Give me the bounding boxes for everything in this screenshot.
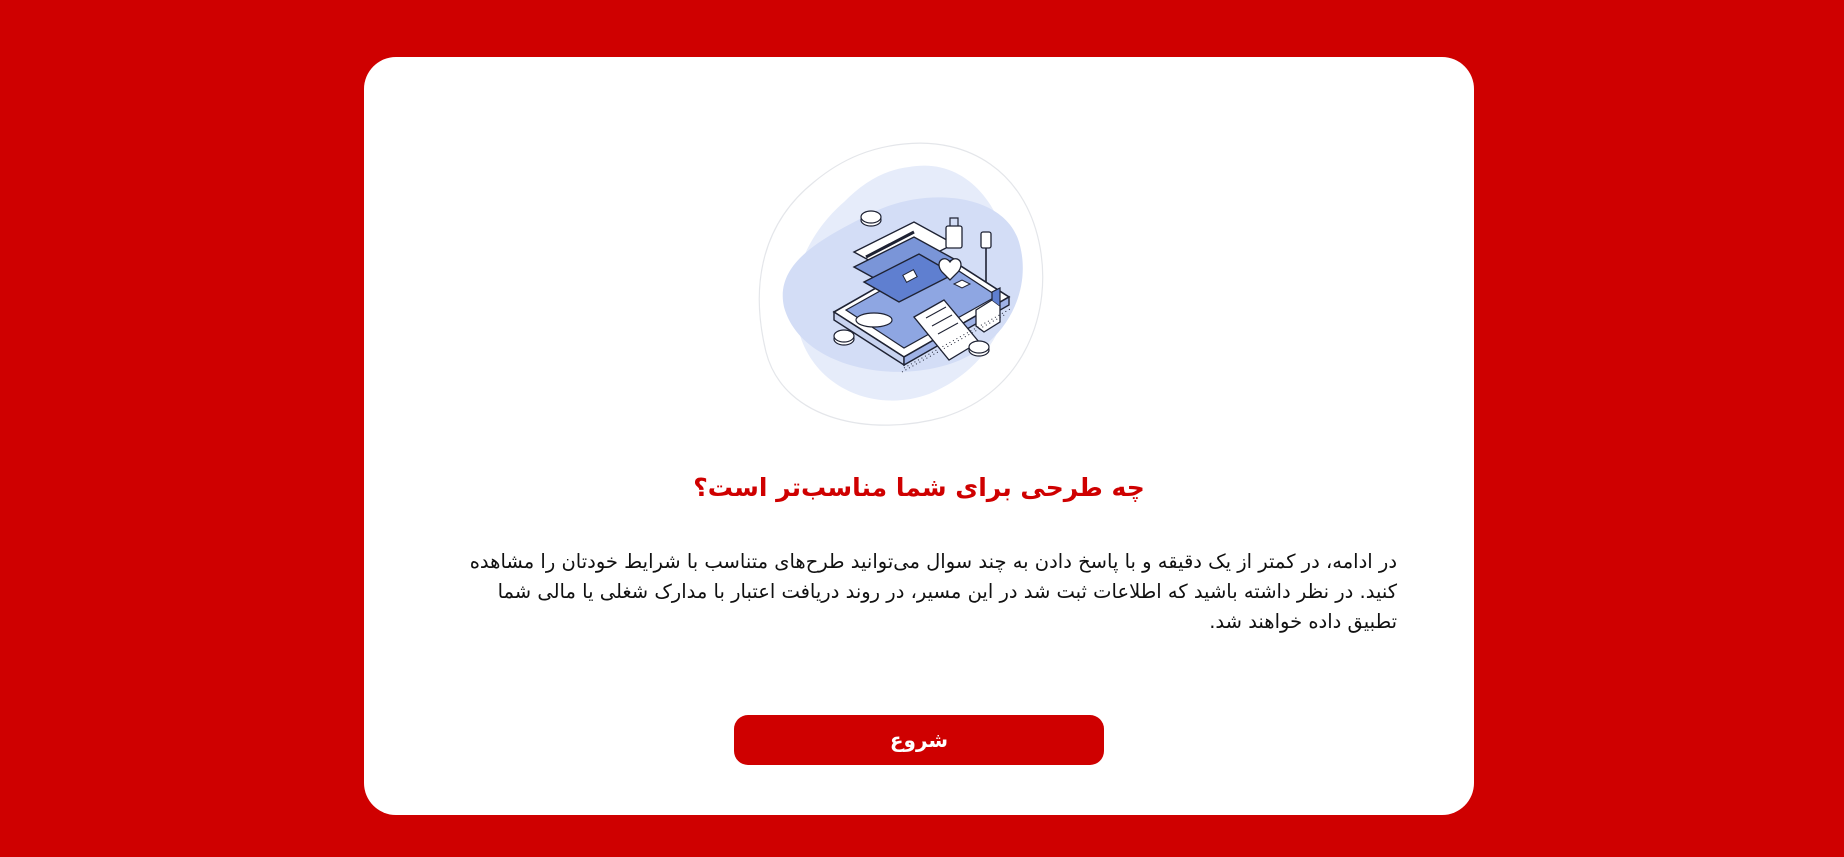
intro-card: چه طرحی برای شما مناسب‌تر است؟ در ادامه،… <box>364 57 1474 815</box>
financial-services-illustration-icon <box>758 142 1044 426</box>
page-title: چه طرحی برای شما مناسب‌تر است؟ <box>693 473 1145 502</box>
start-button[interactable]: شروع <box>734 715 1104 765</box>
intro-description: در ادامه، در کمتر از یک دقیقه و با پاسخ … <box>469 550 1397 633</box>
